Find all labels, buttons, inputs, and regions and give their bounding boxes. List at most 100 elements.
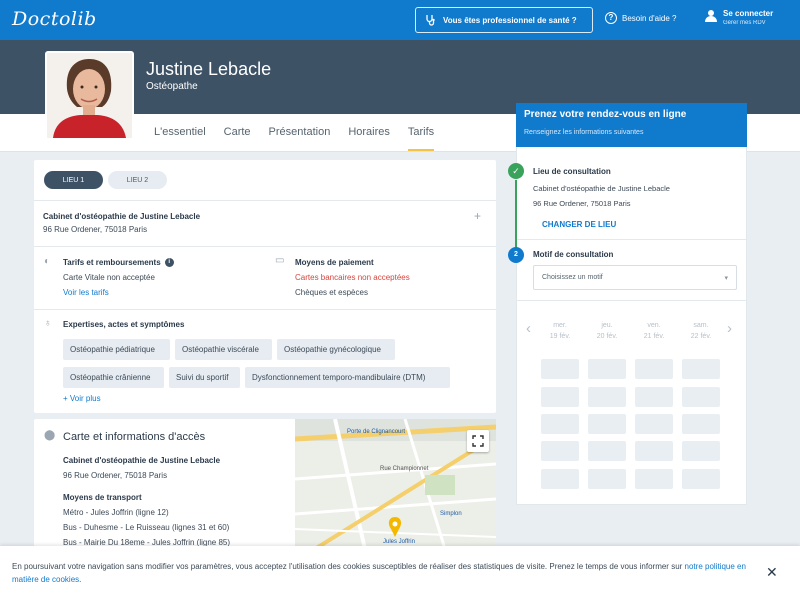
practitioner-name: Justine Lebacle: [146, 59, 272, 79]
time-slot-placeholder: [588, 359, 626, 379]
user-icon: [705, 10, 717, 22]
see-more-link[interactable]: + Voir plus: [63, 394, 101, 403]
see-fees-link[interactable]: Voir les tarifs: [63, 288, 109, 297]
card-icon: ▭: [275, 255, 285, 266]
time-slot-placeholder: [635, 387, 673, 407]
tab-horaires[interactable]: Horaires: [348, 126, 390, 151]
location-tab-1[interactable]: LIEU 1: [44, 171, 103, 189]
step1-address: 96 Rue Ordener, 75018 Paris: [533, 199, 631, 208]
doctolib-logo[interactable]: Doctolib: [12, 8, 97, 30]
practitioner-photo: [45, 51, 134, 140]
time-slot-placeholder: [682, 441, 720, 461]
divider: [517, 239, 746, 240]
stethoscope-small-icon: ♁: [44, 318, 52, 329]
cabinet-name: Cabinet d'ostéopathie de Justine Lebacle: [43, 212, 201, 221]
time-slot-placeholder: [682, 387, 720, 407]
time-slot-placeholder: [682, 359, 720, 379]
prev-week-icon[interactable]: ‹: [526, 320, 531, 337]
day-header: sam. 22 fév.: [690, 322, 712, 340]
expertise-chip: Ostéopathie viscérale: [175, 339, 272, 360]
location-tab-2[interactable]: LIEU 2: [108, 171, 167, 189]
payment-text: Chèques et espèces: [295, 288, 368, 297]
tab-essentiel[interactable]: L'essentiel: [154, 126, 206, 151]
time-slot-placeholder: [635, 359, 673, 379]
fees-text: Carte Vitale non acceptée: [63, 273, 155, 282]
divider: [517, 300, 746, 301]
time-slot-placeholder: [588, 414, 626, 434]
transport-title: Moyens de transport: [63, 493, 142, 502]
transport-item: Métro - Jules Joffrin (ligne 12): [63, 508, 169, 517]
access-cabinet-address: 96 Rue Ordener, 75018 Paris: [63, 471, 168, 480]
transport-item: Bus - Duhesme - Le Ruisseau (lignes 31 e…: [63, 523, 230, 532]
reason-select[interactable]: Choisissez un motif ▾: [533, 265, 737, 290]
tab-presentation[interactable]: Présentation: [269, 126, 331, 151]
map-label: Porte de Clignancourt: [347, 429, 406, 435]
time-slot-placeholder: [635, 469, 673, 489]
time-slot-placeholder: [541, 414, 579, 434]
step-connector: [515, 180, 517, 248]
booking-subtitle: Renseignez les informations suivantes: [524, 129, 644, 136]
time-slot-placeholder: [541, 359, 579, 379]
help-label: Besoin d'aide ?: [622, 13, 677, 23]
help-link[interactable]: ? Besoin d'aide ?: [605, 12, 676, 24]
tab-carte[interactable]: Carte: [224, 126, 251, 151]
day-header: ven. 21 fév.: [643, 322, 665, 340]
change-location-link[interactable]: CHANGER DE LIEU: [542, 220, 616, 229]
divider: [34, 309, 496, 310]
time-slot-placeholder: [588, 441, 626, 461]
question-icon: ?: [605, 12, 617, 24]
login-subtitle: Gérer mes RDV: [723, 20, 766, 26]
booking-title: Prenez votre rendez-vous en ligne: [524, 109, 687, 120]
map[interactable]: Porte de Clignancourt Rue Championnet Si…: [295, 419, 496, 549]
info-icon[interactable]: i: [164, 258, 174, 268]
check-icon: ✓: [508, 163, 524, 179]
practitioner-specialty: Ostéopathe: [146, 81, 198, 92]
step2-label: Motif de consultation: [533, 250, 614, 259]
time-slot-placeholder: [588, 469, 626, 489]
access-cabinet-name: Cabinet d'ostéopathie de Justine Lebacle: [63, 456, 221, 465]
payment-warning: Cartes bancaires non acceptées: [295, 273, 410, 282]
step1-label: Lieu de consultation: [533, 167, 611, 176]
expertise-chip: Ostéopathie gynécologique: [277, 339, 395, 360]
time-slot-placeholder: [635, 414, 673, 434]
cookie-text: En poursuivant votre navigation sans mod…: [12, 562, 746, 584]
close-icon[interactable]: ✕: [766, 564, 778, 581]
time-slot-placeholder: [682, 469, 720, 489]
next-week-icon[interactable]: ›: [727, 320, 732, 337]
day-header: jeu. 20 fév.: [596, 322, 618, 340]
moon-euro-icon: ◐: [44, 256, 51, 267]
location-tabs: LIEU 1 LIEU 2: [44, 171, 167, 189]
divider: [34, 200, 496, 201]
expand-plus-icon[interactable]: +: [474, 209, 481, 223]
step1-cabinet: Cabinet d'ostéopathie de Justine Lebacle: [533, 184, 670, 193]
map-label: Rue Championnet: [380, 466, 429, 472]
location-pin-icon: ⬤: [44, 430, 56, 441]
time-slot-placeholder: [541, 387, 579, 407]
login-link[interactable]: Se connecter Gérer mes RDV: [705, 9, 773, 26]
profile-tabs: L'essentiel Carte Présentation Horaires …: [154, 126, 435, 151]
step-2-number: 2: [508, 247, 524, 263]
day-header: mer. 19 fév.: [549, 322, 571, 340]
reason-select-value: Choisissez un motif: [542, 274, 603, 281]
time-slot-placeholder: [635, 441, 673, 461]
tab-tarifs[interactable]: Tarifs: [407, 126, 435, 151]
divider: [34, 246, 496, 247]
login-title: Se connecter: [723, 9, 774, 18]
access-title: Carte et informations d'accès: [63, 431, 206, 443]
professional-button-label: Vous êtes professionnel de santé ?: [443, 15, 577, 25]
fees-title: Tarifs et remboursements i: [63, 258, 174, 268]
payment-title: Moyens de paiement: [295, 258, 374, 267]
fullscreen-button[interactable]: [467, 430, 489, 452]
cabinet-address: 96 Rue Ordener, 75018 Paris: [43, 225, 148, 234]
stethoscope-icon: [426, 15, 435, 26]
expertise-chip: Suivi du sportif: [169, 367, 240, 388]
chevron-down-icon: ▾: [724, 275, 728, 282]
time-slot-placeholder: [541, 469, 579, 489]
fullscreen-icon: [472, 435, 484, 447]
map-label: Jules Joffrin: [383, 539, 415, 545]
expertise-chip: Ostéopathie pédiatrique: [63, 339, 170, 360]
map-label: Simplon: [440, 511, 462, 517]
expertise-chip: Ostéopathie crânienne: [63, 367, 164, 388]
professional-button[interactable]: Vous êtes professionnel de santé ?: [415, 7, 593, 33]
expertise-chip: Dysfonctionnement temporo-mandibulaire (…: [245, 367, 450, 388]
